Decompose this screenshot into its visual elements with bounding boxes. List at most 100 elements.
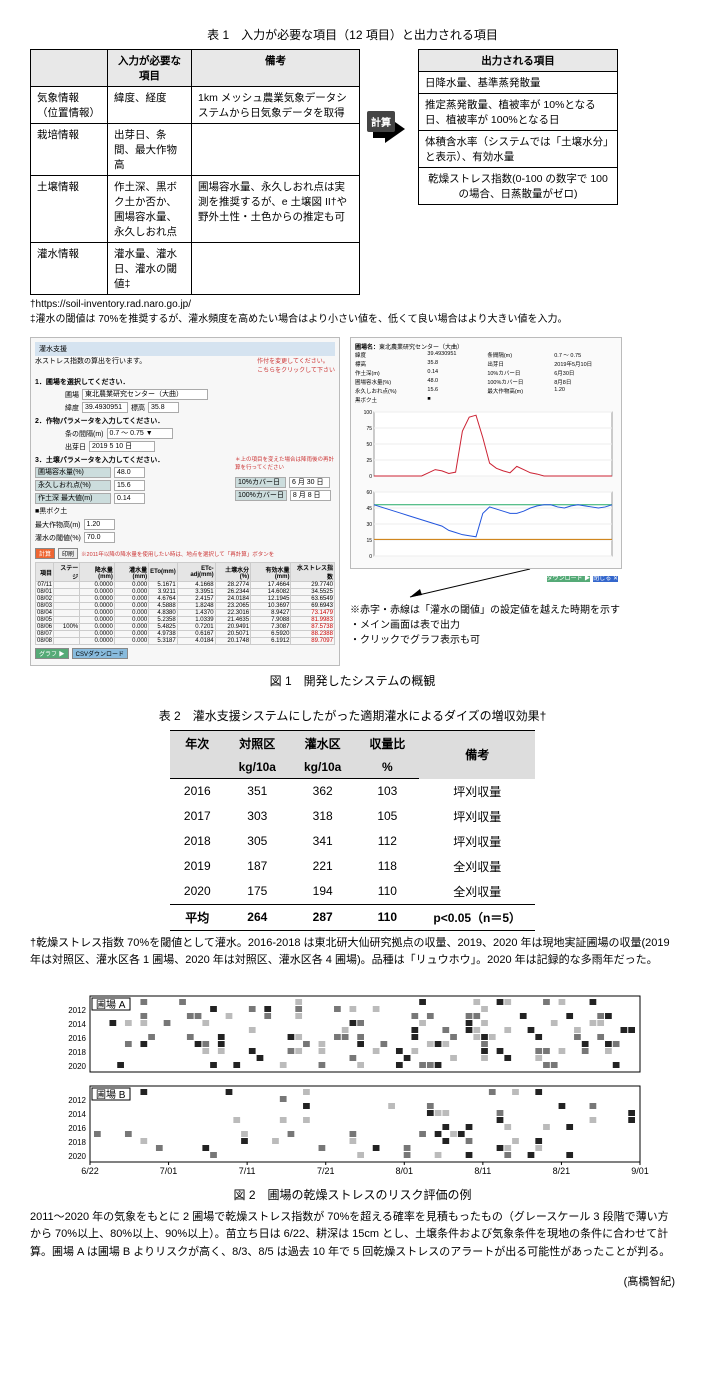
t1-r0-out: 日降水量、基準蒸発散量 (419, 72, 618, 94)
svg-text:8/21: 8/21 (553, 1166, 571, 1176)
kuroboku-check[interactable]: ■黒ボク土 (35, 506, 229, 516)
svg-text:8/01: 8/01 (396, 1166, 414, 1176)
svg-text:2016: 2016 (68, 1034, 86, 1043)
cover10-value: 6 月 30 日 (289, 477, 330, 488)
svg-text:50: 50 (366, 442, 372, 448)
close-button[interactable]: 閉じる ✕ (593, 576, 618, 582)
fc-input[interactable]: 48.0 (114, 467, 145, 478)
rowgap-select[interactable]: 0.7 ～ 0.75 ▼ (107, 428, 173, 439)
svg-text:圃場 B: 圃場 B (96, 1088, 126, 1101)
table1-caption: 表 1 入力が必要な項目（12 項目）と出力される項目 (30, 26, 675, 43)
svg-text:2014: 2014 (68, 1110, 86, 1119)
svg-text:7/11: 7/11 (239, 1166, 256, 1176)
thres-input[interactable]: 70.0 (84, 532, 115, 543)
table1-group: 入力が必要な項目 備考 気象情報 （位置情報）緯度、経度1km メッシュ農業気象… (30, 49, 675, 295)
download-button[interactable]: ダウンロード ▶ (547, 576, 591, 582)
svg-text:2018: 2018 (68, 1138, 86, 1147)
pwp-input[interactable]: 15.6 (114, 480, 145, 491)
arrow-label: 計算 (367, 111, 395, 132)
fig2-note: 2011～2020 年の気象をもとに 2 圃場で乾燥ストレス指数が 70%を超え… (30, 1209, 675, 1262)
alt-input[interactable]: 35.8 (148, 402, 179, 413)
t1-r2-cat: 土壌情報 (31, 176, 108, 243)
t1-head-note: 備考 (192, 50, 360, 87)
maxh-input[interactable]: 1.20 (84, 519, 115, 530)
print-button[interactable]: 印刷 (58, 548, 78, 559)
table1-left: 入力が必要な項目 備考 気象情報 （位置情報）緯度、経度1km メッシュ農業気象… (30, 49, 360, 295)
svg-text:2020: 2020 (68, 1062, 86, 1071)
csv-button[interactable]: CSVダウンロード (72, 648, 128, 659)
svg-text:7/01: 7/01 (160, 1166, 178, 1176)
t1-head-output: 出力される項目 (419, 50, 618, 72)
svg-text:15: 15 (366, 538, 372, 544)
result-table: 項目ステージ降水量(mm)灌水量(mm)ETo(mm)ETc-adj(mm)土壌… (35, 562, 335, 645)
t1-r3-out: 乾燥ストレス指数(0-100 の数字で 100 の場合、日蒸散量がゼロ) (419, 168, 618, 205)
table2-footnote: †乾燥ストレス指数 70%を閾値として灌水。2016-2018 は東北研大仙研究… (30, 935, 675, 970)
svg-text:2012: 2012 (68, 1096, 86, 1105)
stress-chart: 1007550250 (356, 408, 616, 488)
fig1-annotations: ※赤字・赤線は「灌水の閾値」の設定値を越えた時期を示す ・メイン画面は表で出力 … (350, 603, 622, 648)
svg-text:7/21: 7/21 (317, 1166, 335, 1176)
pwp-label: 永久しおれ点(%) (35, 480, 111, 491)
fig1-chart-panel: 圃場名：東北農業研究センター（大曲） 緯度39.4930951条間隔(m)0.7… (350, 337, 622, 569)
svg-text:2020: 2020 (68, 1152, 86, 1161)
thres-label: 灌水の閾値(%) (35, 533, 81, 543)
graph-button[interactable]: グラフ ▶ (35, 648, 69, 659)
table2: 年次対照区灌水区収量比備考 kg/10akg/10a% 201635136210… (170, 730, 535, 931)
table1-footnotes: †https://soil-inventory.rad.naro.go.jp/ … (30, 297, 675, 327)
fn-threshold: ‡灌水の閾値は 70%を推奨するが、灌水頻度を高めたい場合はより小さい値を、低く… (30, 312, 675, 327)
t1-r3-note (192, 243, 360, 295)
fig1-main-ui: 灌水支援 水ストレス指数の算出を行います。 作付を変更してください。 こちらをク… (30, 337, 340, 666)
sidebar-note: ＊上の項目を変えた場合は降雨後の再計算を行ってください (235, 455, 335, 471)
annot-click: ・クリックでグラフ表示も可 (350, 633, 622, 648)
t1-r0-input: 緯度、経度 (108, 87, 192, 124)
svg-text:9/01: 9/01 (631, 1166, 649, 1176)
t1-r3-input: 灌水量、灌水日、灌水の閾値‡ (108, 243, 192, 295)
depth-input[interactable]: 0.14 (114, 493, 145, 504)
svg-text:圃場 A: 圃場 A (96, 998, 126, 1011)
cover100-value: 8 月 8 日 (290, 490, 331, 501)
t1-r0-cat: 気象情報 （位置情報） (31, 87, 108, 124)
moisture-chart: 604530150 (356, 488, 616, 568)
ui-step2: 2．作物パラメータを入力してください． (35, 416, 335, 426)
cover10-label: 10%カバー日 (235, 477, 286, 488)
t1-r1-out: 推定蒸発散量、植被率が 10%となる日、植被率が 100%となる日 (419, 94, 618, 131)
t1-r1-cat: 栽培情報 (31, 124, 108, 176)
author: (髙橋智紀) (30, 1273, 675, 1289)
field-site-select[interactable]: 東北農業研究センター（大曲） (82, 389, 208, 400)
t1-head-input: 入力が必要な項目 (108, 50, 192, 87)
annot-red: ※赤字・赤線は「灌水の閾値」の設定値を越えた時期を示す (350, 603, 622, 618)
ui-note-top: 作付を変更してください。 こちらをクリックして下さい (257, 356, 335, 374)
fn-url: †https://soil-inventory.rad.naro.go.jp/ (30, 297, 675, 312)
alt-label: 標高 (131, 403, 145, 413)
maxh-label: 最大作物高(m) (35, 520, 81, 530)
emerg-input[interactable]: 2019 5 10 日 (89, 441, 155, 452)
svg-text:0: 0 (369, 474, 372, 480)
t1-r1-note (192, 124, 360, 176)
svg-text:2012: 2012 (68, 1006, 86, 1015)
annot-main: ・メイン画面は表で出力 (350, 618, 622, 633)
svg-text:60: 60 (366, 490, 372, 496)
table2-caption: 表 2 灌水支援システムにしたがった適期灌水によるダイズの増収効果† (30, 707, 675, 724)
ui-step3: 3．土壌パラメータを入力してください． (35, 455, 229, 465)
svg-text:2016: 2016 (68, 1124, 86, 1133)
t1-r2-note: 圃場容水量、永久しおれ点は実測を推奨するが、e 土壌図 II†や野外土性・土色か… (192, 176, 360, 243)
calc-button[interactable]: 計算 (35, 548, 55, 559)
svg-text:30: 30 (366, 522, 372, 528)
svg-text:2014: 2014 (68, 1020, 86, 1029)
ui-step1: 1．圃場を選択してください． (35, 377, 335, 387)
fig1-caption: 図 1 開発したシステムの概観 (30, 672, 675, 689)
rowgap-label: 条の間隔(m) (65, 429, 104, 439)
lat-input[interactable]: 39.4930951 (82, 402, 128, 413)
ui-tab[interactable]: 灌水支援 (35, 342, 335, 356)
t1-r0-note: 1km メッシュ農業気象データシステムから日気象データを取得 (192, 87, 360, 124)
ui-field-label: 圃場 (65, 390, 79, 400)
cover100-label: 100%カバー日 (235, 490, 287, 501)
svg-text:75: 75 (366, 426, 372, 432)
table1-right: 出力される項目 日降水量、基準蒸発散量 推定蒸発散量、植被率が 10%となる日、… (418, 49, 618, 205)
emerg-label: 出芽日 (65, 442, 86, 452)
svg-text:100: 100 (364, 410, 373, 416)
ui-lead: 水ストレス指数の算出を行います。 (35, 356, 146, 374)
fc-label: 圃場容水量(%) (35, 467, 111, 478)
fig1-chart-panel-wrap: 圃場名：東北農業研究センター（大曲） 緯度39.4930951条間隔(m)0.7… (350, 337, 622, 648)
figure2-chart: 圃場 A 2012 2014 2016 2018 2020 圃場 B 2012 2014 2016… (30, 990, 675, 1180)
